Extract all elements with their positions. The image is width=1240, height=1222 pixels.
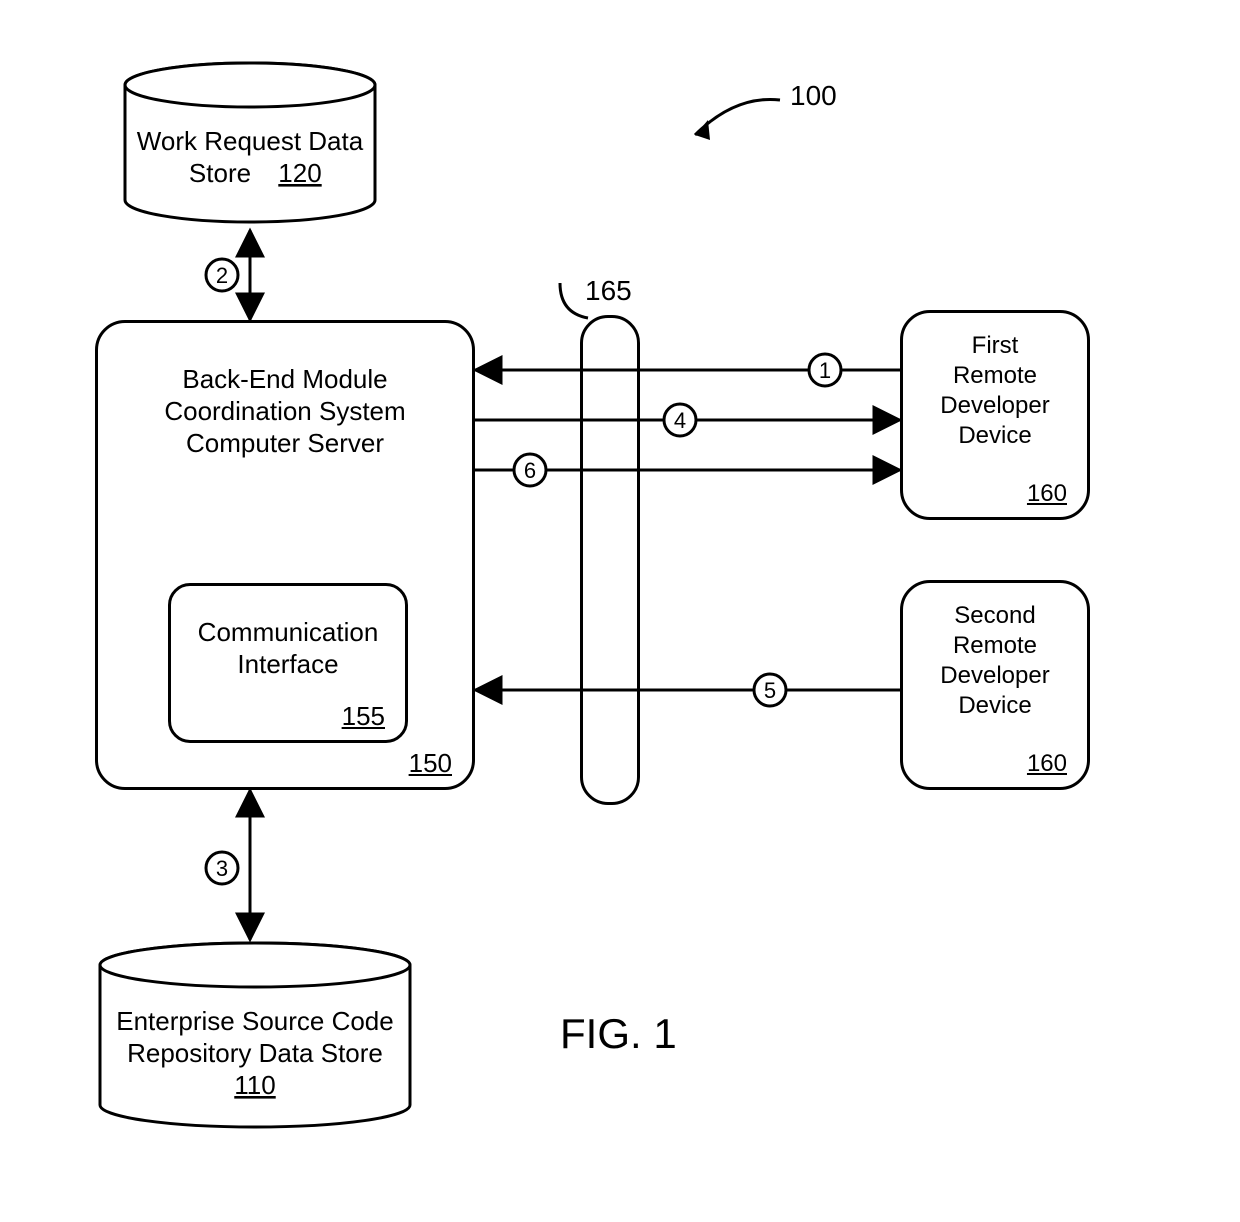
step-1-label: 1 <box>819 358 831 383</box>
step-2-label: 2 <box>216 263 228 288</box>
step-3-label: 3 <box>216 856 228 881</box>
diagram-canvas: 100 Work Request Data Store 120 Enterpri… <box>0 0 1240 1222</box>
figure-label: FIG. 1 <box>560 1010 677 1058</box>
step-6-label: 6 <box>524 458 536 483</box>
step-5-label: 5 <box>764 678 776 703</box>
step-4-label: 4 <box>674 408 686 433</box>
